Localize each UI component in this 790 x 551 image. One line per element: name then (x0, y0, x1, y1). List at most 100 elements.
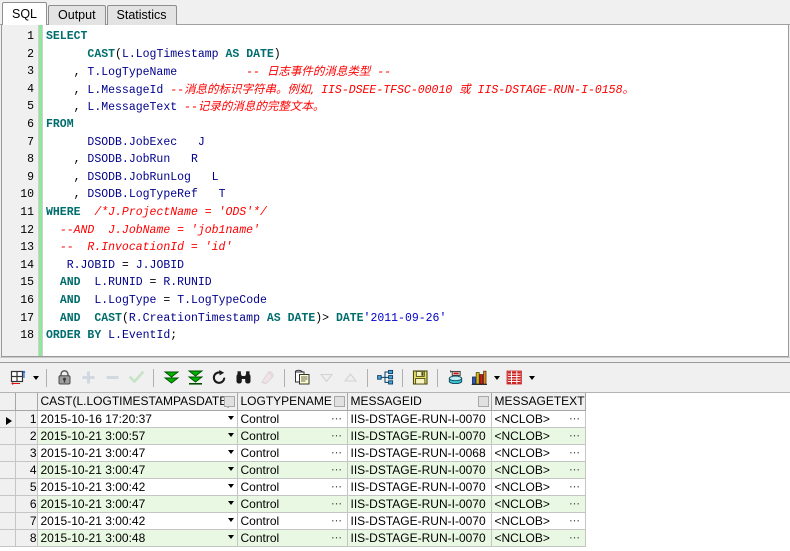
grid-body[interactable]: 1 2015-10-16 17:20:37 Control ⋯ IIS-DSTAGE-R… (0, 410, 586, 547)
refresh-button[interactable] (207, 366, 231, 390)
table-row[interactable]: 6 2015-10-21 3:00:47 Control ⋯ IIS-DSTAGE-RU… (0, 495, 586, 513)
cell-msgid[interactable]: IIS-DSTAGE-RUN-I-0070 ⋯ (347, 529, 492, 547)
table-row[interactable]: 5 2015-10-21 3:00:42 Control ⋯ IIS-DSTAGE-RU… (0, 478, 586, 496)
cell-text[interactable]: <NCLOB> ⋯ (491, 444, 586, 462)
find-button[interactable] (231, 366, 255, 390)
cell-dropdown-icon[interactable] (227, 483, 234, 488)
cell-ts[interactable]: 2015-10-21 3:00:48 (37, 529, 238, 547)
row-selector-cell[interactable] (0, 478, 16, 496)
table-view-dropdown-caret[interactable] (526, 366, 537, 390)
cell-text[interactable]: <NCLOB> ⋯ (491, 410, 586, 428)
cell-msgid[interactable]: IIS-DSTAGE-RUN-I-0070 ⋯ (347, 461, 492, 479)
row-selector-cell[interactable] (0, 495, 16, 513)
save-results-button[interactable] (408, 366, 432, 390)
column-resize-grip[interactable] (223, 396, 235, 407)
tab-sql[interactable]: SQL (2, 2, 48, 25)
chart-dropdown-caret[interactable] (491, 366, 502, 390)
column-resize-grip[interactable] (333, 396, 345, 407)
cell-ellipsis-icon[interactable]: ⋯ (569, 445, 581, 461)
cell-ts[interactable]: 2015-10-21 3:00:47 (37, 461, 238, 479)
cell-ts[interactable]: 2015-10-16 17:20:37 (37, 410, 238, 428)
cell-msgid[interactable]: IIS-DSTAGE-RUN-I-0070 ⋯ (347, 512, 492, 530)
sql-code-area[interactable]: SELECT CAST(L.LogTimestamp AS DATE) , T.… (43, 25, 788, 356)
cell-ellipsis-icon[interactable]: ⋯ (331, 496, 343, 512)
table-row[interactable]: 2 2015-10-21 3:00:57 Control ⋯ IIS-DSTAGE-RU… (0, 427, 586, 445)
fetch-next-button[interactable] (159, 366, 183, 390)
row-selector-cell[interactable] (0, 461, 16, 479)
cell-ts[interactable]: 2015-10-21 3:00:42 (37, 512, 238, 530)
row-selector-cell[interactable] (0, 512, 16, 530)
cell-ellipsis-icon[interactable]: ⋯ (331, 513, 343, 529)
cell-dropdown-icon[interactable] (227, 415, 234, 420)
cell-dropdown-icon[interactable] (227, 432, 234, 437)
column-header-ts[interactable]: CAST(L.LOGTIMESTAMPASDATE) (37, 393, 238, 411)
cell-ts[interactable]: 2015-10-21 3:00:57 (37, 427, 238, 445)
cell-dropdown-icon[interactable] (227, 449, 234, 454)
cell-ellipsis-icon[interactable]: ⋯ (569, 462, 581, 478)
cell-ts[interactable]: 2015-10-21 3:00:42 (37, 478, 238, 496)
cell-ellipsis-icon[interactable]: ⋯ (569, 530, 581, 546)
cell-dropdown-icon[interactable] (227, 500, 234, 505)
cell-dropdown-icon[interactable] (227, 534, 234, 539)
cell-ellipsis-icon[interactable]: ⋯ (331, 462, 343, 478)
table-view-button[interactable] (502, 366, 526, 390)
results-grid[interactable]: CAST(L.LOGTIMESTAMPASDATE) LOGTYPENAME MES… (0, 393, 586, 547)
cell-type[interactable]: Control ⋯ (237, 529, 348, 547)
cell-text[interactable]: <NCLOB> ⋯ (491, 495, 586, 513)
cell-ellipsis-icon[interactable]: ⋯ (331, 411, 343, 427)
cell-ellipsis-icon[interactable]: ⋯ (475, 479, 487, 495)
export-db-button[interactable] (443, 366, 467, 390)
row-selector-cell[interactable] (0, 529, 16, 547)
cell-msgid[interactable]: IIS-DSTAGE-RUN-I-0068 ⋯ (347, 444, 492, 462)
fetch-all-button[interactable] (183, 366, 207, 390)
cell-ellipsis-icon[interactable]: ⋯ (475, 428, 487, 444)
row-selector-cell[interactable] (0, 427, 16, 445)
column-header-type[interactable]: LOGTYPENAME (237, 393, 348, 411)
cell-ellipsis-icon[interactable]: ⋯ (569, 513, 581, 529)
cell-type[interactable]: Control ⋯ (237, 512, 348, 530)
column-resize-grip[interactable] (477, 396, 489, 407)
column-header-msgid[interactable]: MESSAGEID (347, 393, 492, 411)
cell-text[interactable]: <NCLOB> ⋯ (491, 529, 586, 547)
cell-ellipsis-icon[interactable]: ⋯ (331, 479, 343, 495)
cell-ellipsis-icon[interactable]: ⋯ (569, 428, 581, 444)
cell-ellipsis-icon[interactable]: ⋯ (569, 411, 581, 427)
cell-type[interactable]: Control ⋯ (237, 427, 348, 445)
cell-dropdown-icon[interactable] (227, 466, 234, 471)
cell-ellipsis-icon[interactable]: ⋯ (475, 513, 487, 529)
cell-msgid[interactable]: IIS-DSTAGE-RUN-I-0070 ⋯ (347, 478, 492, 496)
cell-msgid[interactable]: IIS-DSTAGE-RUN-I-0070 ⋯ (347, 427, 492, 445)
table-row[interactable]: 1 2015-10-16 17:20:37 Control ⋯ IIS-DSTAGE-R… (0, 410, 586, 428)
cell-msgid[interactable]: IIS-DSTAGE-RUN-I-0070 ⋯ (347, 410, 492, 428)
copy-rows-button[interactable] (290, 366, 314, 390)
results-grid-panel[interactable]: CAST(L.LOGTIMESTAMPASDATE) LOGTYPENAME MES… (0, 393, 790, 551)
tab-output[interactable]: Output (48, 5, 106, 25)
cell-text[interactable]: <NCLOB> ⋯ (491, 512, 586, 530)
cell-msgid[interactable]: IIS-DSTAGE-RUN-I-0070 ⋯ (347, 495, 492, 513)
lock-record-button[interactable] (52, 366, 76, 390)
cell-ts[interactable]: 2015-10-21 3:00:47 (37, 495, 238, 513)
row-selector-cell[interactable] (0, 410, 16, 428)
cell-type[interactable]: Control ⋯ (237, 495, 348, 513)
cell-ellipsis-icon[interactable]: ⋯ (331, 530, 343, 546)
cell-ellipsis-icon[interactable]: ⋯ (475, 462, 487, 478)
cell-ellipsis-icon[interactable]: ⋯ (331, 445, 343, 461)
sql-editor-panel[interactable]: 1 2 3 4 5 6 7 8 9 10 11 12 13 14 15 16 17 18 SELECT CAST(… (1, 25, 789, 357)
table-row[interactable]: 8 2015-10-21 3:00:48 Control ⋯ IIS-DSTAGE-RU… (0, 529, 586, 547)
cell-type[interactable]: Control ⋯ (237, 461, 348, 479)
cell-type[interactable]: Control ⋯ (237, 410, 348, 428)
table-row[interactable]: 3 2015-10-21 3:00:47 Control ⋯ IIS-DSTAGE-RU… (0, 444, 586, 462)
cell-ellipsis-icon[interactable]: ⋯ (569, 496, 581, 512)
cell-type[interactable]: Control ⋯ (237, 444, 348, 462)
cell-text[interactable]: <NCLOB> ⋯ (491, 427, 586, 445)
grid-layout-dropdown-caret[interactable] (30, 366, 41, 390)
cell-ellipsis-icon[interactable]: ⋯ (475, 530, 487, 546)
table-row[interactable]: 7 2015-10-21 3:00:42 Control ⋯ IIS-DSTAGE-RU… (0, 512, 586, 530)
cell-ellipsis-icon[interactable]: ⋯ (331, 428, 343, 444)
chart-button[interactable] (467, 366, 491, 390)
cell-ellipsis-icon[interactable]: ⋯ (475, 445, 487, 461)
cell-ts[interactable]: 2015-10-21 3:00:47 (37, 444, 238, 462)
grid-layout-button[interactable] (6, 366, 30, 390)
column-header-text[interactable]: MESSAGETEXT (491, 393, 586, 411)
row-selector-cell[interactable] (0, 444, 16, 462)
